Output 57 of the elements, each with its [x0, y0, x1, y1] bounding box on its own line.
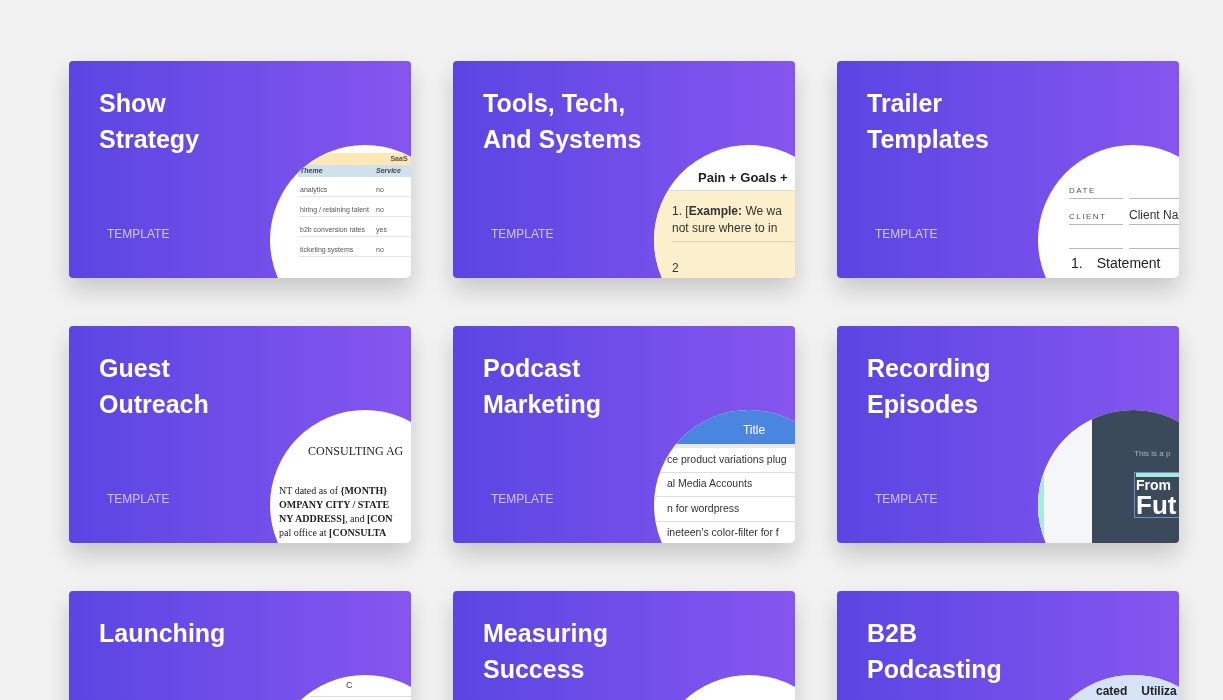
card-title: And Systems	[483, 124, 643, 155]
template-card[interactable]: Launching C	[69, 591, 411, 700]
card-title: Recording	[867, 353, 992, 384]
table-cell-text: al Media Accounts	[667, 476, 753, 492]
thumbnail-strip	[1038, 475, 1044, 535]
card-title: Tools, Tech,	[483, 88, 627, 119]
template-card[interactable]: B2B Podcasting cated Utiliza	[837, 591, 1179, 700]
template-card[interactable]: Guest Outreach TEMPLATE CONSULTING AG NT dated as of {MONTH} OMPANY CITY / STATE NY ADDRESS], and [CON pal office at [CONSULTA	[69, 326, 411, 543]
column-header: cated	[1096, 685, 1128, 697]
card-label: TEMPLATE	[491, 491, 554, 508]
document-text: 2	[672, 261, 679, 275]
slide-title: From	[1136, 477, 1172, 493]
slide-title: Fut	[1136, 493, 1178, 517]
card-title: Guest	[99, 353, 171, 384]
document-text: 1. [Example: We wa	[672, 203, 783, 220]
card-title: Episodes	[867, 389, 980, 420]
field-label: CLIENT	[1069, 211, 1123, 225]
field-value: Client Na	[1129, 206, 1179, 225]
card-title: Success	[483, 654, 586, 685]
card-label: TEMPLATE	[875, 491, 938, 508]
card-label: TEMPLATE	[107, 226, 170, 243]
document-heading: Pain + Goals +	[698, 168, 788, 187]
card-title: B2B	[867, 618, 918, 649]
document-text: NT dated as of {MONTH}	[279, 484, 389, 498]
table-cell-text: n for wordpress	[667, 500, 740, 516]
document-text: OMPANY CITY / STATE	[279, 498, 391, 512]
card-title: Strategy	[99, 124, 201, 155]
card-label: TEMPLATE	[107, 491, 170, 508]
document-text: pal office at [CONSULTA	[279, 526, 388, 540]
template-card[interactable]: Tools, Tech, And Systems TEMPLATE Pain + Goals + 1. [Example: We wa not sure where to in 2	[453, 61, 795, 278]
item-number: 1.	[1071, 255, 1083, 271]
card-title: Outreach	[99, 389, 210, 420]
column-header: Title	[742, 422, 766, 439]
card-title: Measuring	[483, 618, 610, 649]
card-title: Show	[99, 88, 167, 119]
card-title: Marketing	[483, 389, 603, 420]
card-title: Launching	[99, 618, 227, 649]
card-label: TEMPLATE	[875, 226, 938, 243]
table-cell-text: ce product variations plug	[667, 451, 787, 467]
field-label: DATE	[1069, 185, 1123, 199]
slide-caption: This is a p	[1134, 448, 1172, 460]
item-text: Statement	[1096, 255, 1161, 271]
card-title: Templates	[867, 124, 990, 155]
column-header: C	[346, 678, 353, 692]
template-card[interactable]: Trailer Templates TEMPLATE DATE CLIENT Client Na 1. Statement	[837, 61, 1179, 278]
card-title: Podcast	[483, 353, 582, 384]
template-card[interactable]: Podcast Marketing TEMPLATE Title ce product variations plug al Media Accounts n for wordpress ineteen's color-filter for f	[453, 326, 795, 543]
card-title: Podcasting	[867, 654, 1003, 685]
document-heading: CONSULTING AG	[307, 443, 405, 460]
template-card[interactable]: Measuring Success	[453, 591, 795, 700]
template-card[interactable]: Recording Episodes TEMPLATE This is a p From Fut	[837, 326, 1179, 543]
document-text: NY ADDRESS], and [CON	[279, 512, 394, 526]
card-label: TEMPLATE	[491, 226, 554, 243]
document-text: not sure where to in	[672, 220, 779, 237]
table-cell-text: ineteen's color-filter for f	[667, 525, 779, 541]
column-header: Utiliza	[1141, 685, 1177, 697]
card-title: Trailer	[867, 88, 944, 119]
